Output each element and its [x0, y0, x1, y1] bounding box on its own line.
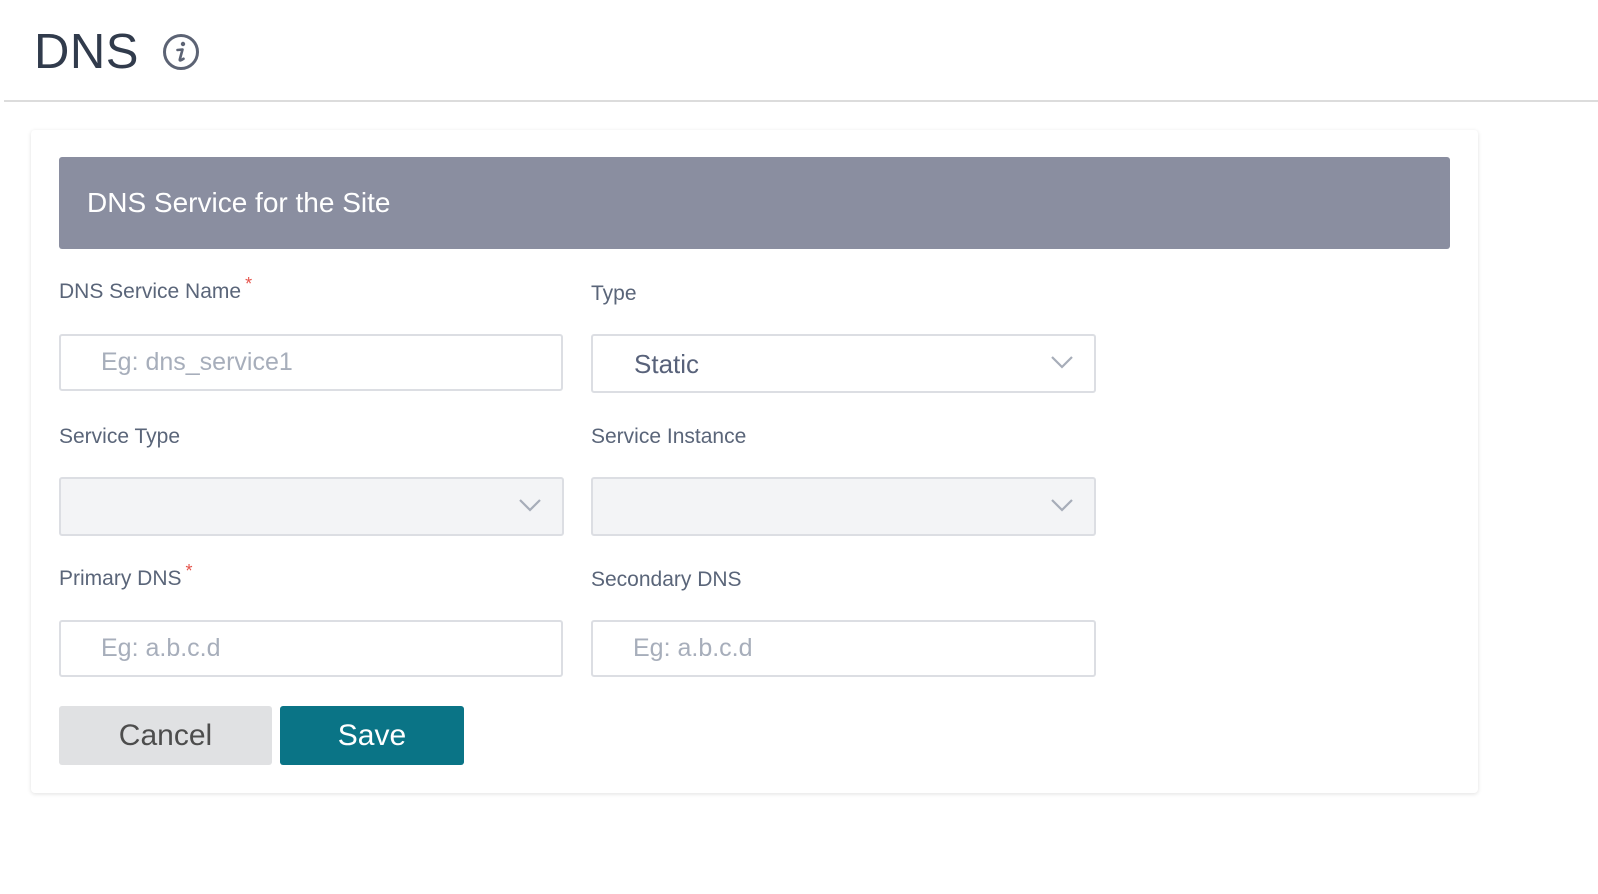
page-title: DNS	[34, 25, 139, 79]
secondary-dns-label: Secondary DNS	[591, 568, 742, 591]
section-title: DNS Service for the Site	[87, 187, 391, 218]
dns-service-card: DNS Service for the Site DNS Service Nam…	[31, 130, 1478, 793]
primary-dns-input[interactable]	[59, 620, 563, 677]
service-type-select[interactable]	[59, 477, 564, 536]
dns-service-name-input[interactable]	[59, 334, 563, 391]
type-selected-value: Static	[634, 349, 700, 379]
required-mark: *	[245, 274, 253, 294]
secondary-dns-input[interactable]	[591, 620, 1096, 677]
dns-service-name-label: DNS Service Name *	[59, 274, 252, 304]
dns-service-name-label-text: DNS Service Name	[59, 280, 242, 303]
service-instance-select[interactable]	[591, 477, 1096, 536]
service-instance-label: Service Instance	[591, 425, 747, 448]
primary-dns-label: Primary DNS *	[59, 561, 193, 591]
section-header: DNS Service for the Site	[59, 157, 1450, 249]
required-mark: *	[185, 561, 193, 581]
primary-dns-label-text: Primary DNS	[59, 567, 182, 590]
chevron-down-icon	[1051, 499, 1073, 512]
chevron-down-icon	[519, 499, 541, 512]
save-button[interactable]: Save	[280, 706, 464, 765]
page-header: DNS	[4, 0, 1598, 102]
cancel-button[interactable]: Cancel	[59, 706, 272, 765]
service-type-label: Service Type	[59, 425, 181, 448]
chevron-down-icon	[1051, 356, 1073, 369]
info-icon[interactable]	[162, 33, 200, 71]
type-select[interactable]: Static	[591, 334, 1096, 393]
type-label: Type	[591, 282, 637, 305]
